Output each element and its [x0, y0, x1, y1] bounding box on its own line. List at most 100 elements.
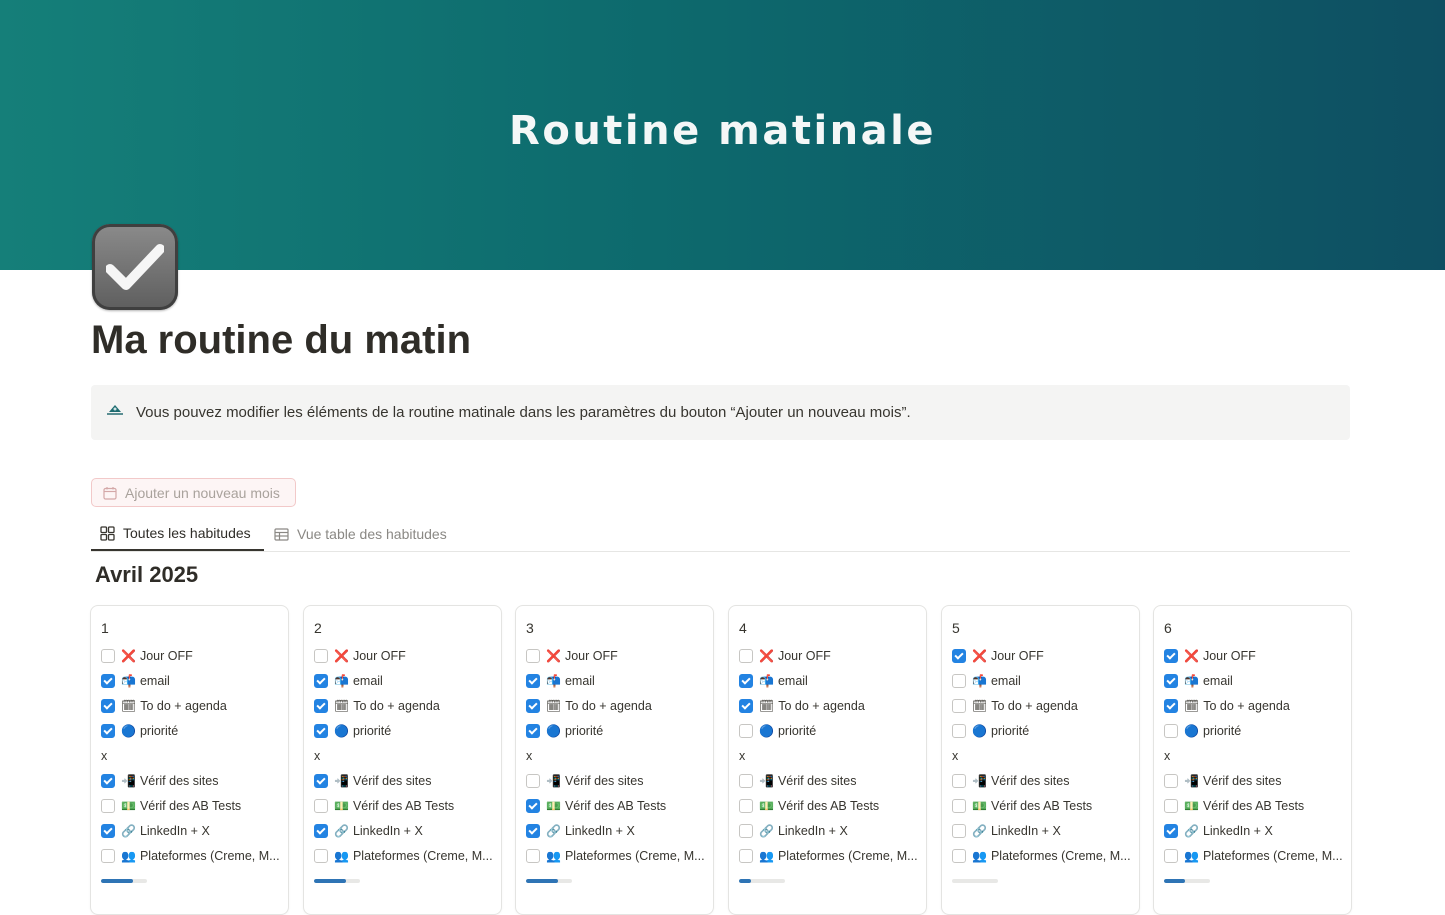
habit-checkbox[interactable] — [101, 724, 115, 738]
group-title: Avril 2025 — [95, 562, 199, 587]
habit-label: Vérif des AB Tests — [990, 799, 1093, 813]
phone-icon: 📲 — [334, 774, 349, 788]
habit-checkbox[interactable] — [952, 724, 966, 738]
progress-bar — [314, 879, 360, 883]
habit-checkbox[interactable] — [1164, 774, 1178, 788]
habit-checkbox[interactable] — [1164, 799, 1178, 813]
habit-row-plateformes: 👥 Plateformes (Creme, M... — [314, 846, 493, 866]
habit-checkbox[interactable] — [952, 849, 966, 863]
habit-card[interactable]: 5 ❌ Jour OFF 📬 email 🗓 To do + agenda 🔵 priorité… — [941, 605, 1140, 915]
habit-checkbox[interactable] — [526, 674, 540, 688]
habit-checkbox[interactable] — [739, 774, 753, 788]
blue-circle-icon: 🔵 — [759, 724, 774, 738]
habit-checkbox[interactable] — [526, 699, 540, 713]
habit-label: Plateformes (Creme, M... — [1202, 849, 1343, 863]
check-mark-icon — [106, 244, 164, 290]
link-icon: 🔗 — [1184, 824, 1199, 838]
habit-checkbox[interactable] — [101, 649, 115, 663]
habit-row-verif-sites: 📲 Vérif des sites — [101, 771, 218, 791]
progress-fill — [1164, 879, 1185, 883]
habit-checkbox[interactable] — [314, 649, 328, 663]
habit-checkbox[interactable] — [526, 774, 540, 788]
habit-checkbox[interactable] — [739, 699, 753, 713]
habit-card[interactable]: 6 ❌ Jour OFF 📬 email 🗓 To do + agenda 🔵 priorité… — [1153, 605, 1352, 915]
habit-row-verif-sites: 📲 Vérif des sites — [1164, 771, 1281, 791]
habit-checkbox[interactable] — [101, 699, 115, 713]
habit-checkbox[interactable] — [314, 799, 328, 813]
habit-checkbox[interactable] — [952, 824, 966, 838]
habit-label: Jour OFF — [352, 649, 406, 663]
habit-label: Plateformes (Creme, M... — [990, 849, 1131, 863]
habit-checkbox[interactable] — [314, 699, 328, 713]
habit-checkbox[interactable] — [952, 649, 966, 663]
habit-checkbox[interactable] — [526, 824, 540, 838]
habit-row-jour-off: ❌ Jour OFF — [1164, 646, 1256, 666]
habit-checkbox[interactable] — [314, 774, 328, 788]
habit-checkbox[interactable] — [1164, 849, 1178, 863]
cover-title: Routine matinale — [509, 108, 936, 154]
tab-vue-table[interactable]: Vue table des habitudes — [274, 517, 447, 551]
habit-checkbox[interactable] — [739, 674, 753, 688]
habit-checkbox[interactable] — [314, 724, 328, 738]
habit-row-verif-ab: 💵 Vérif des AB Tests — [101, 796, 241, 816]
habit-label: LinkedIn + X — [990, 824, 1061, 838]
mailbox-icon: 📬 — [334, 674, 349, 688]
people-icon: 👥 — [334, 849, 349, 863]
habit-card[interactable]: 2 ❌ Jour OFF 📬 email 🗓 To do + agenda 🔵 priorité… — [303, 605, 502, 915]
habit-checkbox[interactable] — [952, 699, 966, 713]
habit-row-email: 📬 email — [526, 671, 595, 691]
habit-label: To do + agenda — [140, 699, 227, 713]
separator-text: x — [1164, 749, 1171, 763]
habit-checkbox[interactable] — [526, 849, 540, 863]
people-icon: 👥 — [121, 849, 136, 863]
tab-label: Vue table des habitudes — [297, 526, 447, 542]
habit-checkbox[interactable] — [526, 724, 540, 738]
habit-checkbox[interactable] — [526, 649, 540, 663]
habit-checkbox[interactable] — [1164, 724, 1178, 738]
habit-card[interactable]: 4 ❌ Jour OFF 📬 email 🗓 To do + agenda 🔵 priorité… — [728, 605, 927, 915]
habit-label: Vérif des AB Tests — [1202, 799, 1305, 813]
checkbox-icon[interactable] — [92, 224, 178, 310]
money-icon: 💵 — [759, 799, 774, 813]
habit-checkbox[interactable] — [101, 799, 115, 813]
habit-row-todo: 🗓 To do + agenda — [1164, 696, 1290, 716]
habit-checkbox[interactable] — [101, 849, 115, 863]
habit-checkbox[interactable] — [1164, 824, 1178, 838]
habit-label: priorité — [777, 724, 817, 738]
habit-card[interactable]: 3 ❌ Jour OFF 📬 email 🗓 To do + agenda 🔵 priorité… — [515, 605, 714, 915]
habit-checkbox[interactable] — [1164, 649, 1178, 663]
habit-card[interactable]: 1 ❌ Jour OFF 📬 email 🗓 To do + agenda 🔵 priorité… — [90, 605, 289, 915]
progress-bar — [739, 879, 785, 883]
habit-checkbox[interactable] — [101, 824, 115, 838]
cover-banner: Routine matinale — [0, 0, 1445, 270]
phone-icon: 📲 — [759, 774, 774, 788]
habit-checkbox[interactable] — [952, 799, 966, 813]
cross-mark-icon: ❌ — [1184, 649, 1199, 663]
people-icon: 👥 — [1184, 849, 1199, 863]
money-icon: 💵 — [546, 799, 561, 813]
card-day-number: 5 — [952, 620, 960, 636]
gallery-icon — [100, 525, 115, 541]
habit-checkbox[interactable] — [1164, 674, 1178, 688]
habit-row-linkedin: 🔗 LinkedIn + X — [101, 821, 210, 841]
page-title[interactable]: Ma routine du matin — [91, 318, 471, 363]
habit-checkbox[interactable] — [314, 674, 328, 688]
habit-checkbox[interactable] — [739, 649, 753, 663]
habit-checkbox[interactable] — [314, 824, 328, 838]
habit-checkbox[interactable] — [952, 774, 966, 788]
habit-checkbox[interactable] — [739, 799, 753, 813]
tab-toutes-les-habitudes[interactable]: Toutes les habitudes — [91, 517, 264, 551]
habit-row-email: 📬 email — [739, 671, 808, 691]
habit-checkbox[interactable] — [314, 849, 328, 863]
habit-checkbox[interactable] — [101, 674, 115, 688]
add-new-month-button[interactable]: Ajouter un nouveau mois — [91, 478, 296, 507]
habit-checkbox[interactable] — [739, 824, 753, 838]
habit-checkbox[interactable] — [526, 799, 540, 813]
habit-checkbox[interactable] — [101, 774, 115, 788]
habit-checkbox[interactable] — [739, 849, 753, 863]
habit-row-todo: 🗓 To do + agenda — [526, 696, 652, 716]
habit-checkbox[interactable] — [739, 724, 753, 738]
habit-checkbox[interactable] — [1164, 699, 1178, 713]
progress-bar — [101, 879, 147, 883]
habit-checkbox[interactable] — [952, 674, 966, 688]
